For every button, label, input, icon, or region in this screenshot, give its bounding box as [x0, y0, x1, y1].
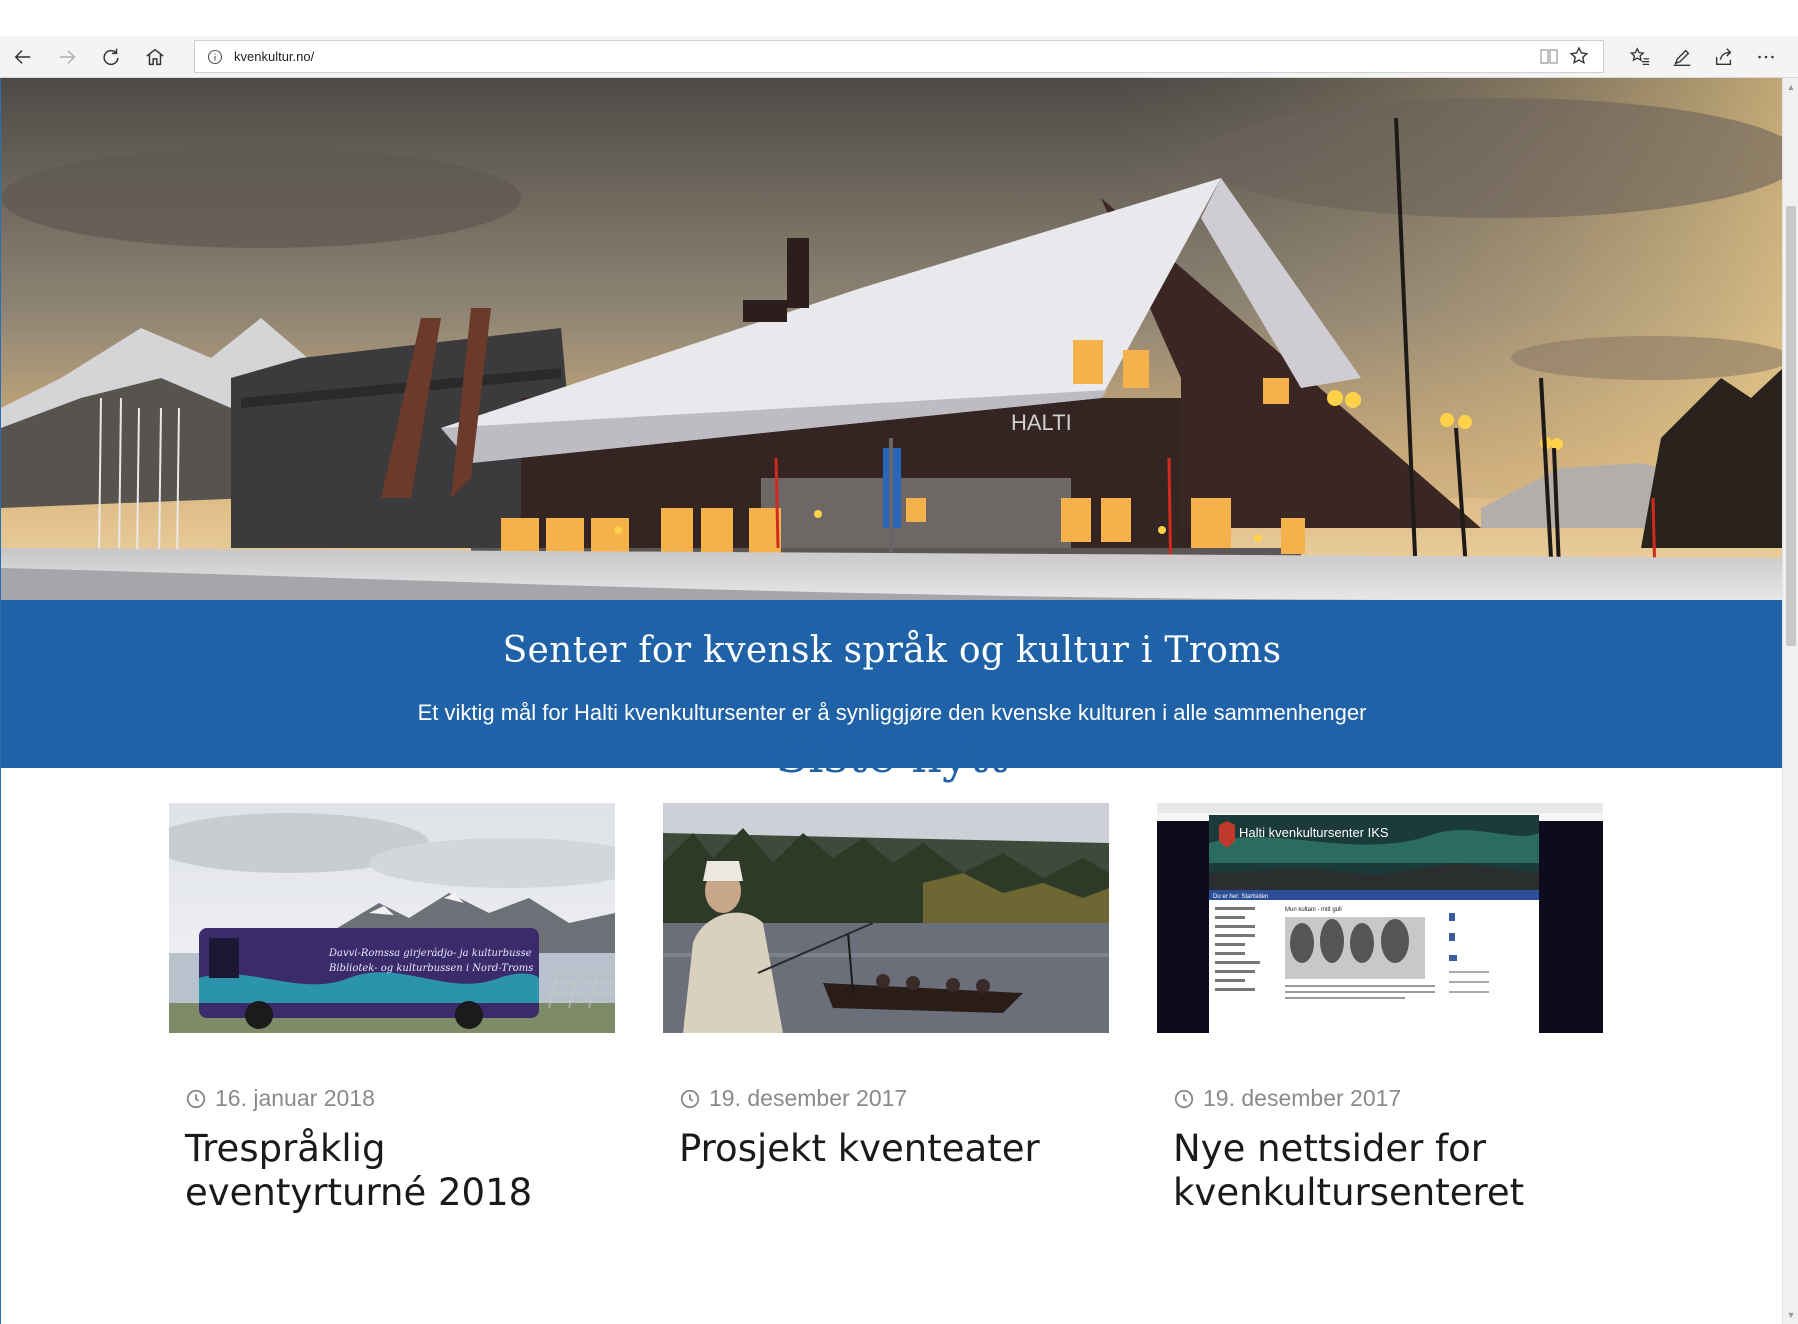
reading-view-icon[interactable]: [1539, 46, 1563, 68]
url-text[interactable]: kvenkultur.no/: [234, 49, 314, 64]
address-bar[interactable]: kvenkultur.no/: [194, 40, 1604, 73]
website-screenshot[interactable]: Halti kvenkultursenter IKS Du er her: St…: [1157, 803, 1603, 1033]
hero-sign-text: HALTI: [1011, 410, 1072, 435]
refresh-icon[interactable]: [94, 41, 128, 73]
news-date-text: 19. desember 2017: [1203, 1085, 1402, 1111]
scroll-thumb[interactable]: [1786, 206, 1796, 646]
page-scrollbar[interactable]: ▲ ▼: [1782, 78, 1798, 1324]
forward-icon[interactable]: [50, 41, 84, 73]
more-icon[interactable]: [1749, 41, 1783, 73]
hero-image: HALTI: [1, 78, 1782, 600]
info-icon[interactable]: [207, 49, 223, 65]
banner-subtitle: Et viktig mål for Halti kvenkultursenter…: [417, 700, 1367, 725]
thumb-breadcrumb: Du er her: Startsiden: [1213, 894, 1268, 900]
news-date: 16. januar 2018: [185, 1085, 375, 1112]
home-icon[interactable]: [138, 41, 172, 73]
thumb-site-title: Halti kvenkultursenter IKS: [1239, 825, 1389, 840]
banner-title: Senter for kvensk språk og kultur i Trom…: [502, 630, 1282, 671]
clock-icon: [186, 1089, 206, 1108]
back-icon[interactable]: [6, 41, 40, 73]
clock-icon: [1174, 1089, 1194, 1108]
browser-toolbar: kvenkultur.no/: [0, 36, 1798, 78]
scroll-down-icon[interactable]: ▼: [1786, 1310, 1796, 1320]
news-date: 19. desember 2017: [679, 1085, 907, 1112]
svg-text:Bibliotek- og kulturbussen i N: Bibliotek- og kulturbussen i Nord-Troms: [328, 963, 533, 974]
window-top-strip: [0, 0, 1798, 36]
share-icon[interactable]: [1707, 41, 1741, 73]
star-icon[interactable]: [1569, 46, 1593, 68]
news-title[interactable]: Prosjekt kventeater: [679, 1127, 1109, 1171]
news-title[interactable]: Trespråklig eventyrturné 2018: [185, 1127, 615, 1215]
news-title[interactable]: Nye nettsider for kvenkultursenteret: [1173, 1127, 1603, 1215]
clock-icon: [680, 1089, 700, 1108]
news-heading: Siste nytt: [775, 728, 1008, 784]
river-boat-photo[interactable]: [663, 803, 1109, 1033]
favorites-icon[interactable]: [1623, 41, 1657, 73]
svg-text:Davvi-Romssa girjerádjo- ja ku: Davvi-Romssa girjerádjo- ja kulturbusse: [328, 948, 532, 959]
news-date-text: 19. desember 2017: [709, 1085, 908, 1111]
news-date: 19. desember 2017: [1173, 1085, 1401, 1112]
scroll-up-icon[interactable]: ▲: [1786, 82, 1796, 92]
bus-photo[interactable]: Davvi-Romssa girjerádjo- ja kulturbusse …: [169, 803, 615, 1033]
page-viewport: HALTI Senter for kvensk språk og kultur …: [0, 78, 1782, 1324]
news-date-text: 16. januar 2018: [215, 1085, 375, 1111]
pen-icon[interactable]: [1665, 41, 1699, 73]
thumb-article-title: Mun kultani - mitt gull: [1285, 907, 1342, 913]
